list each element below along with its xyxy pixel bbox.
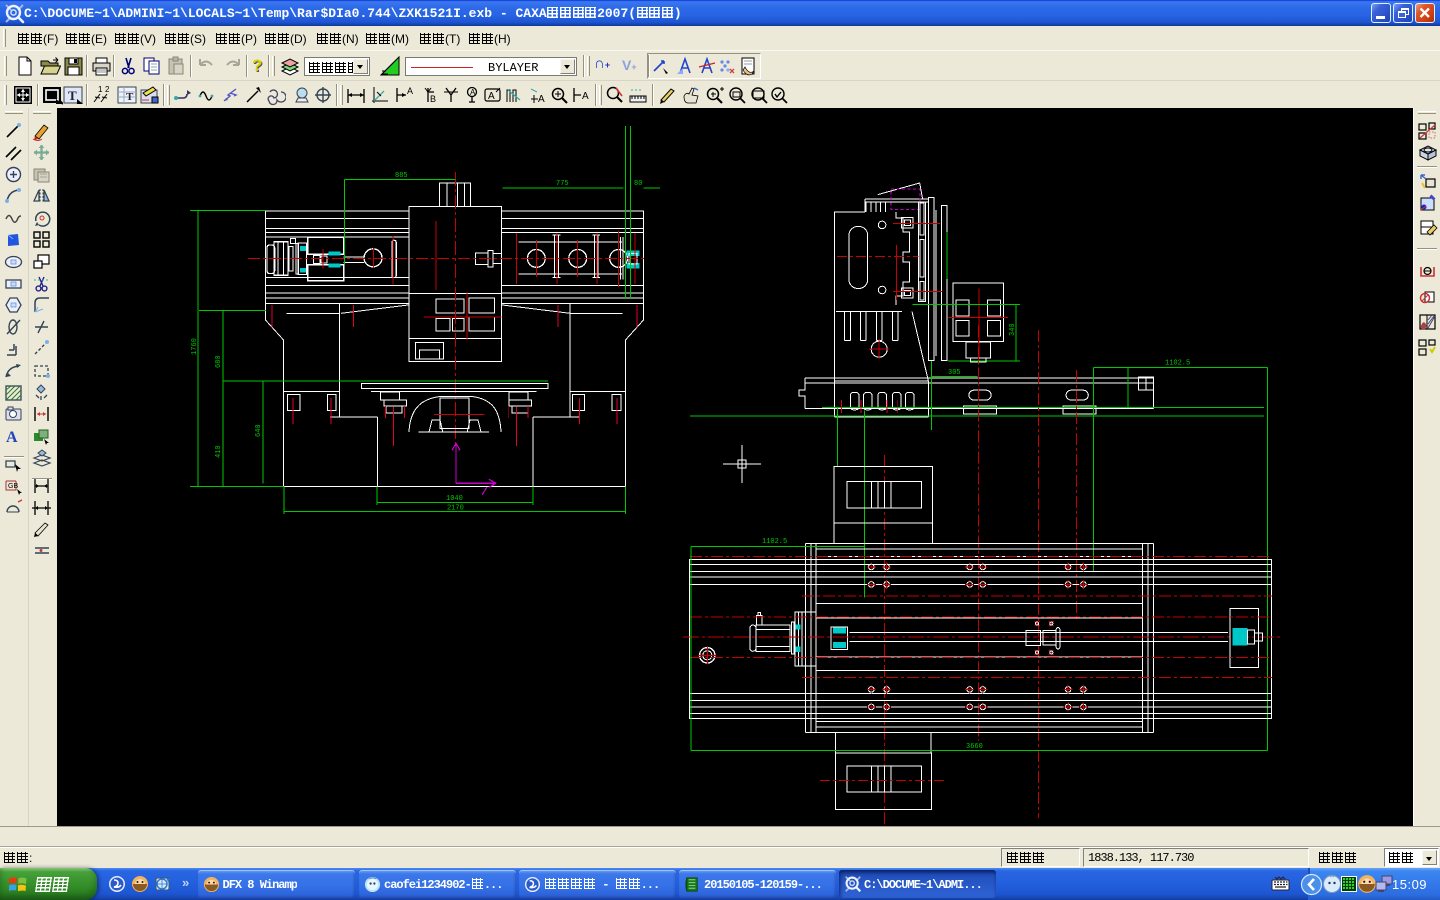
- svg-text:1102.5: 1102.5: [762, 538, 787, 546]
- svg-text:GB: GB: [8, 483, 18, 490]
- svg-text:775: 775: [556, 180, 569, 188]
- svg-text:340: 340: [1009, 323, 1017, 336]
- svg-text:410: 410: [215, 445, 223, 458]
- svg-text:1102.5: 1102.5: [1165, 360, 1190, 368]
- svg-text:640: 640: [255, 424, 263, 437]
- svg-text:T: T: [126, 91, 134, 103]
- svg-text:305: 305: [948, 369, 961, 377]
- svg-text:A: A: [538, 94, 545, 105]
- svg-text:2: 2: [105, 85, 110, 94]
- svg-text:680: 680: [215, 355, 223, 368]
- svg-text:1: 1: [98, 85, 103, 94]
- svg-text:1760: 1760: [191, 338, 199, 355]
- svg-text:A: A: [470, 88, 476, 97]
- svg-text:3660: 3660: [966, 743, 983, 751]
- svg-text:1040: 1040: [446, 495, 463, 503]
- svg-text:B: B: [430, 94, 436, 104]
- svg-text:80: 80: [634, 180, 642, 188]
- svg-text:T: T: [68, 88, 77, 103]
- svg-text:A: A: [582, 91, 589, 102]
- svg-text:A: A: [488, 91, 495, 102]
- svg-text:A: A: [6, 429, 18, 446]
- svg-text:885: 885: [395, 172, 408, 180]
- svg-text:2170: 2170: [447, 505, 464, 513]
- svg-text:A: A: [407, 86, 413, 96]
